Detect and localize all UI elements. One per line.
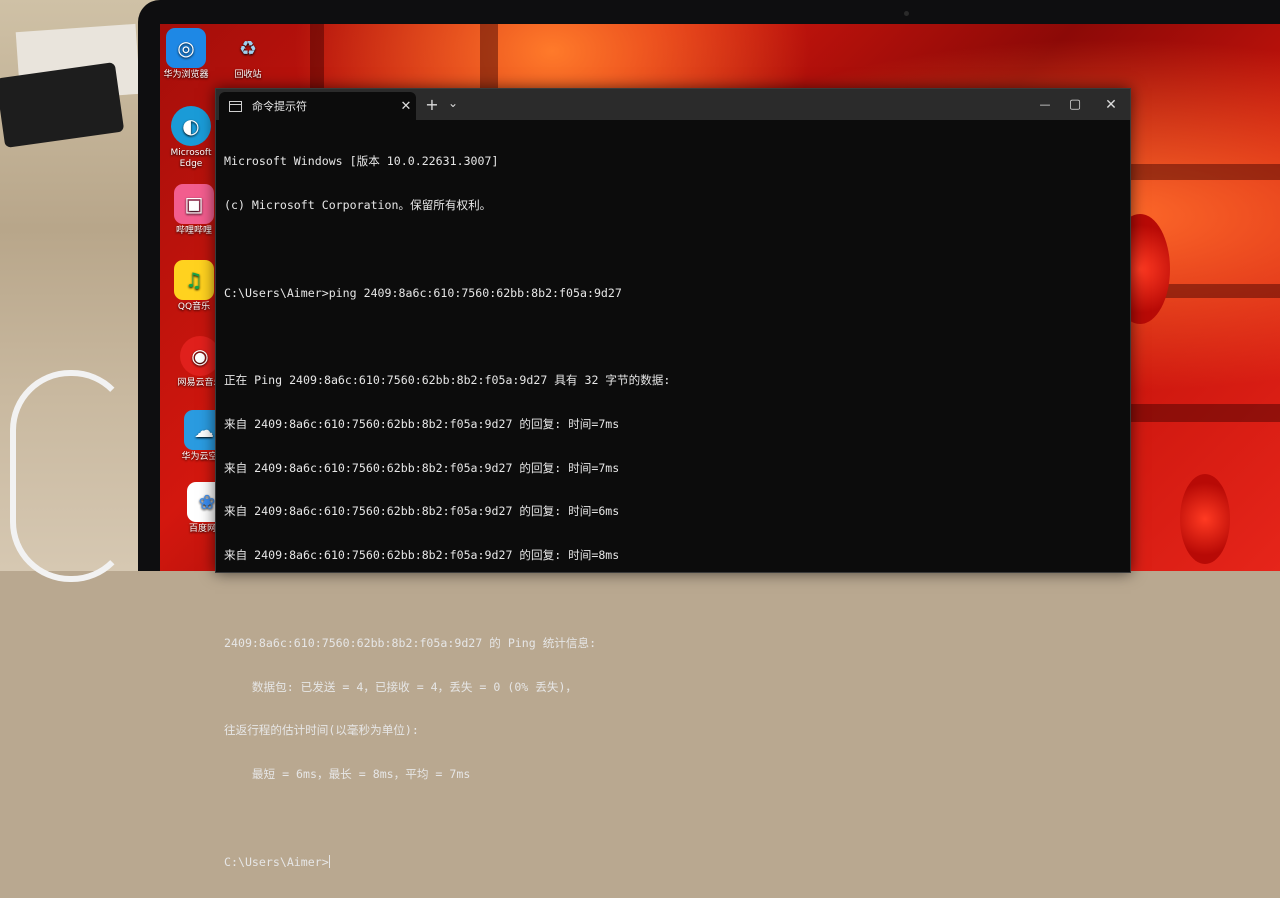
wallpaper-lantern (1180, 474, 1230, 564)
desktop-icon-label: 哔哩哔哩 (175, 226, 212, 236)
huawei-browser-icon: ◎ (166, 28, 206, 68)
prompt-line[interactable]: C:\Users\Aimer> (224, 854, 1130, 870)
console-line: Microsoft Windows [版本 10.0.22631.3007] (224, 154, 499, 169)
command-prompt: C:\Users\Aimer> (224, 854, 329, 869)
tab-command-prompt[interactable]: 命令提示符 ✕ (219, 92, 416, 120)
console-line: 来自 2409:8a6c:610:7560:62bb:8b2:f05a:9d27… (224, 548, 620, 563)
console-line: 最短 = 6ms，最长 = 8ms，平均 = 7ms (224, 767, 471, 782)
console-line: (c) Microsoft Corporation。保留所有权利。 (224, 197, 492, 212)
desktop-icon-label: Microsoft Edge (170, 148, 212, 169)
console-line: 来自 2409:8a6c:610:7560:62bb:8b2:f05a:9d27… (224, 504, 620, 519)
desktop-icon-label: 华为浏览器 (163, 70, 209, 80)
minimize-button[interactable]: — (1034, 95, 1056, 115)
desktop-icon-huawei-browser[interactable]: ◎ 华为浏览器 (158, 28, 214, 81)
desktop-icon-recycle-bin[interactable]: ♻ 回收站 (220, 28, 276, 81)
window-titlebar[interactable]: 命令提示符 ✕ + ⌄ — ▢ ✕ (216, 89, 1130, 120)
command-prompt-window[interactable]: 命令提示符 ✕ + ⌄ — ▢ ✕ Microsoft Windows [版本 … (215, 88, 1131, 869)
console-line: 来自 2409:8a6c:610:7560:62bb:8b2:f05a:9d27… (224, 416, 620, 431)
console-line: 往返行程的估计时间(以毫秒为单位): (224, 723, 419, 738)
edge-icon: ◐ (171, 106, 211, 146)
qq-music-icon: ♫ (174, 260, 214, 300)
console-line: 数据包: 已发送 = 4，已接收 = 4，丢失 = 0 (0% 丢失)， (224, 679, 578, 694)
new-tab-button[interactable]: + (421, 95, 443, 115)
tab-dropdown-chevron-icon[interactable]: ⌄ (442, 93, 464, 113)
desktop-icon-edge[interactable]: ◐ Microsoft Edge (163, 106, 219, 170)
wallpaper-beam (1120, 164, 1280, 180)
recycle-bin-icon: ♻ (239, 36, 257, 60)
maximize-button[interactable]: ▢ (1064, 95, 1086, 115)
console-line: 正在 Ping 2409:8a6c:610:7560:62bb:8b2:f05a… (224, 373, 671, 388)
console-line: C:\Users\Aimer>ping 2409:8a6c:610:7560:6… (224, 285, 622, 300)
console-line: 来自 2409:8a6c:610:7560:62bb:8b2:f05a:9d27… (224, 460, 620, 475)
wallpaper-beam (1120, 404, 1280, 422)
netease-music-icon: ◉ (180, 336, 220, 376)
webcam (904, 11, 909, 16)
white-cable (10, 370, 132, 582)
text-cursor (328, 854, 330, 868)
desktop-icon-qq-music[interactable]: ♫ QQ音乐 (166, 260, 222, 313)
bilibili-icon: ▣ (174, 184, 214, 224)
tab-close-icon[interactable]: ✕ (396, 99, 416, 114)
console-line: 2409:8a6c:610:7560:62bb:8b2:f05a:9d27 的 … (224, 635, 597, 650)
close-button[interactable]: ✕ (1100, 95, 1122, 115)
desktop-icon-bilibili[interactable]: ▣ 哔哩哔哩 (166, 184, 222, 237)
tab-title: 命令提示符 (252, 100, 307, 113)
console-output[interactable]: Microsoft Windows [版本 10.0.22631.3007] (… (216, 120, 1130, 898)
desktop-icon-label: QQ音乐 (177, 302, 211, 312)
desktop-icon-label: 回收站 (234, 70, 262, 80)
terminal-icon (229, 100, 242, 112)
